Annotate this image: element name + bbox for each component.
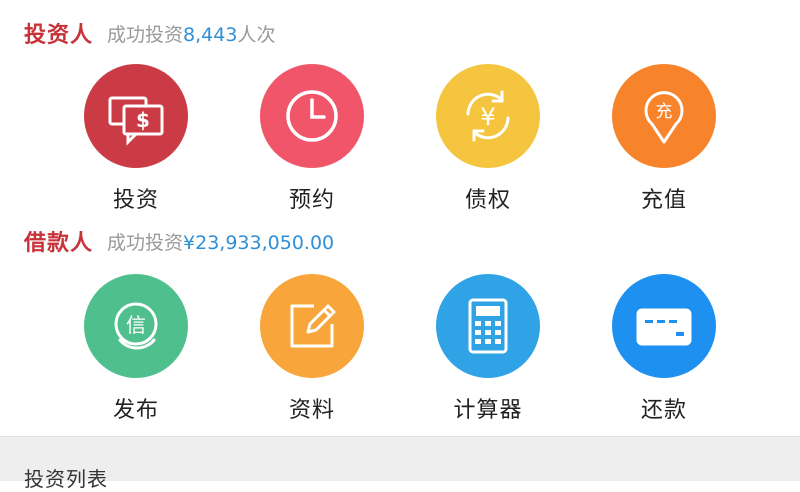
tile-calculator[interactable]: 计算器: [400, 274, 576, 424]
tile-invest[interactable]: $ 投资: [48, 64, 224, 214]
svg-text:$: $: [136, 108, 150, 132]
svg-text:信: 信: [126, 313, 146, 337]
investor-stat: 成功投资8,443人次: [107, 20, 275, 47]
calculator-icon: [468, 298, 508, 354]
tile-publish[interactable]: 信 发布: [48, 274, 224, 424]
investor-stat-value: 8,443: [183, 23, 238, 46]
tile-reserve-label: 预约: [288, 188, 335, 213]
tile-invest-label: 投资: [112, 188, 159, 213]
investment-list-bar: 投资列表: [0, 436, 800, 491]
investor-section-title: 投资人: [24, 23, 94, 48]
tile-claims-label: 债权: [464, 188, 511, 213]
tile-reserve[interactable]: 预约: [224, 64, 400, 214]
tile-repay[interactable]: 还款: [576, 274, 752, 424]
borrower-stat: 成功投资¥23,933,050.00: [107, 228, 334, 255]
tile-recharge[interactable]: 充 充值: [576, 64, 752, 214]
tile-repay-label: 还款: [640, 398, 687, 423]
recharge-pin-icon: 充: [644, 91, 684, 144]
tile-publish-label: 发布: [112, 398, 159, 423]
borrower-menu-grid: 信 发布 资料 计算器 还款: [48, 274, 752, 424]
tile-documents-label: 资料: [288, 398, 335, 423]
edit-document-icon: [290, 304, 336, 348]
bank-card-icon: [636, 308, 692, 346]
publish-circle: 信: [84, 274, 188, 378]
investor-menu-grid: $ 投资 预约 ¥ 债权 充 充值: [48, 64, 752, 214]
claims-circle: ¥: [436, 64, 540, 168]
svg-text:¥: ¥: [480, 103, 495, 131]
tile-claims[interactable]: ¥ 债权: [400, 64, 576, 214]
tile-recharge-label: 充值: [640, 188, 687, 213]
borrower-stat-value: ¥23,933,050.00: [183, 231, 335, 254]
calculator-circle: [436, 274, 540, 378]
credit-coin-icon: 信: [114, 302, 158, 350]
investor-stat-suffix: 人次: [237, 23, 276, 46]
borrower-section-header: 借款人 成功投资¥23,933,050.00: [24, 224, 334, 258]
investor-stat-prefix: 成功投资: [107, 23, 184, 46]
svg-text:充: 充: [656, 102, 673, 122]
repay-circle: [612, 274, 716, 378]
reserve-circle: [260, 64, 364, 168]
invest-circle: $: [84, 64, 188, 168]
documents-circle: [260, 274, 364, 378]
investor-section-header: 投资人 成功投资8,443人次: [24, 16, 275, 50]
borrower-section-title: 借款人: [24, 231, 94, 256]
investment-list-title: 投资列表: [24, 467, 108, 491]
tile-calculator-label: 计算器: [453, 398, 523, 423]
yen-exchange-icon: ¥: [466, 90, 510, 142]
tile-documents[interactable]: 资料: [224, 274, 400, 424]
invest-money-icon: $: [108, 96, 164, 146]
recharge-circle: 充: [612, 64, 716, 168]
borrower-stat-prefix: 成功投资: [107, 231, 184, 254]
clock-icon: [286, 90, 338, 142]
